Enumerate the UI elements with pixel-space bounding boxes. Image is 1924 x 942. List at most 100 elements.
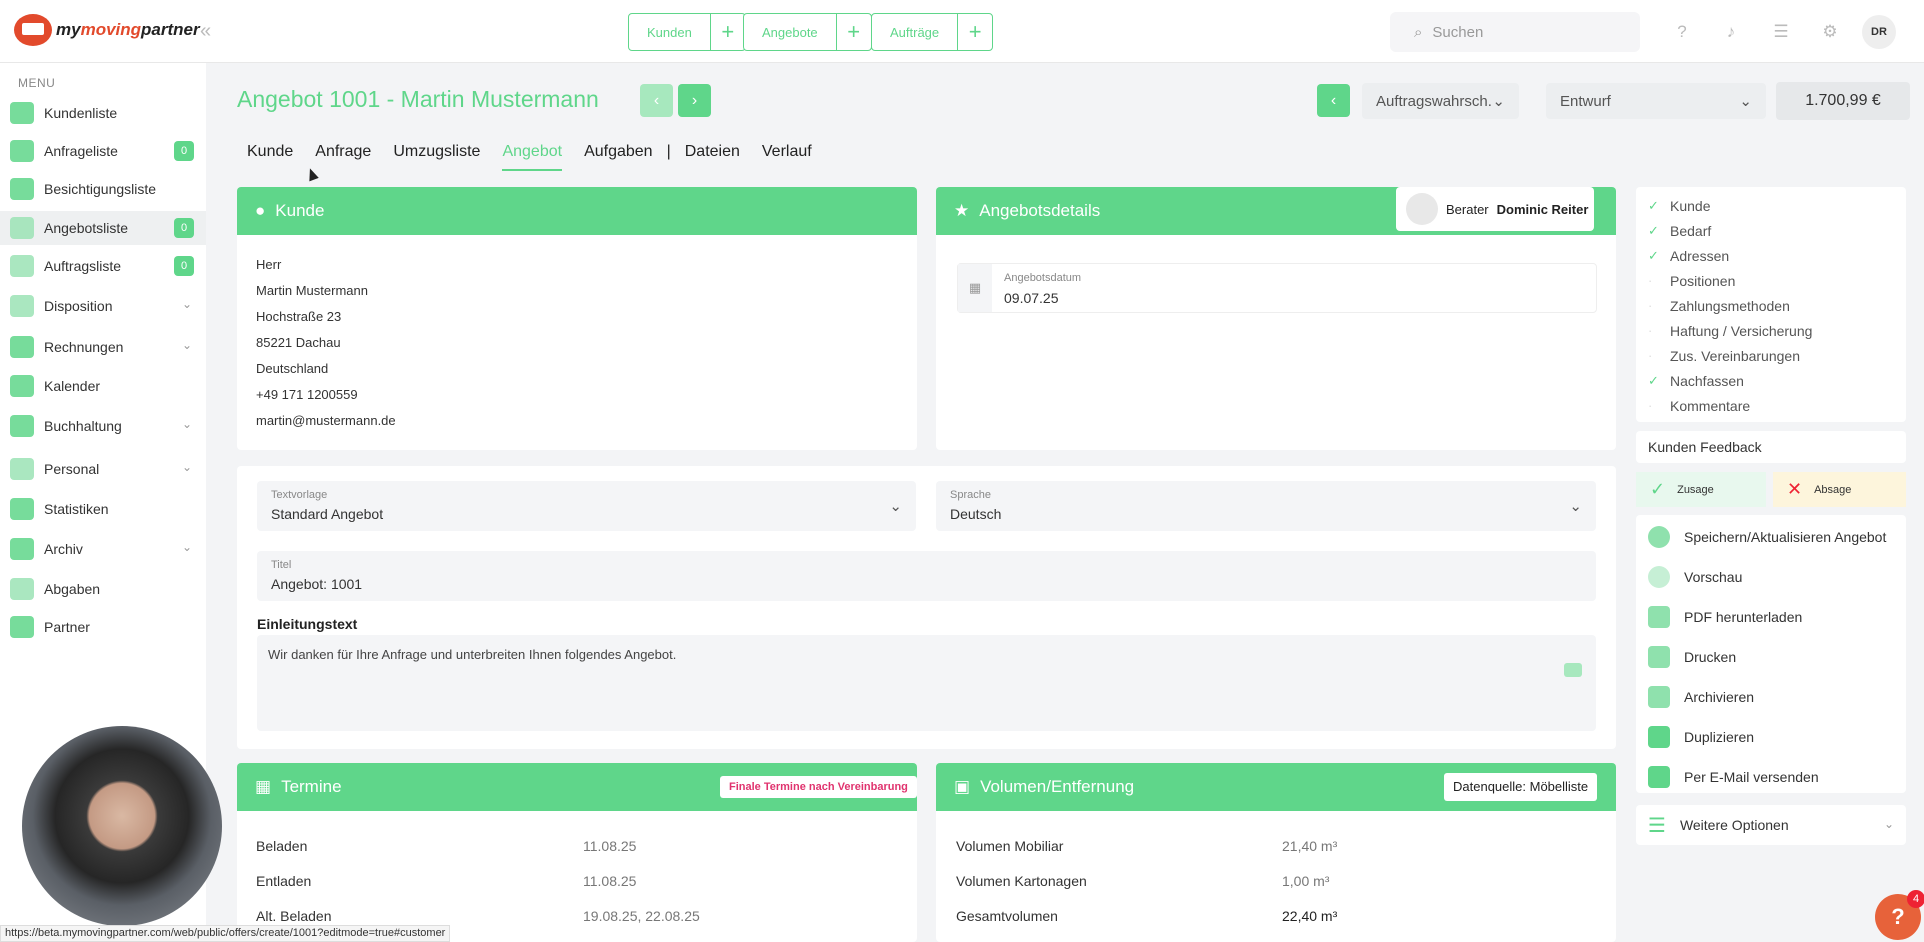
dot-icon: · — [1648, 323, 1653, 338]
sidebar-item-kalender[interactable]: Kalender — [0, 369, 206, 403]
more-options-toggle[interactable]: ☰ Weitere Optionen ⌄ — [1636, 805, 1906, 845]
check-icon: ✓ — [1648, 372, 1659, 388]
accept-button[interactable]: ✓ Zusage — [1636, 472, 1766, 507]
close-icon: ✕ — [1787, 479, 1803, 499]
chevron-down-icon: ⌄ — [889, 498, 902, 515]
advisor-button[interactable]: Berater Dominic Reiter — [1396, 187, 1594, 231]
print-button[interactable]: Drucken — [1636, 637, 1906, 677]
copy-icon — [1648, 726, 1670, 748]
sidebar-item-archiv[interactable]: Archiv ⌄ — [0, 532, 206, 566]
quick-kunden-button[interactable]: Kunden + — [628, 13, 746, 51]
sidebar-item-statistiken[interactable]: Statistiken — [0, 492, 206, 526]
checklist-item[interactable]: · Haftung / Versicherung — [1636, 318, 1906, 343]
checklist-icon[interactable]: ☰ — [1770, 21, 1792, 43]
tab-anfrage[interactable]: Anfrage — [315, 143, 371, 171]
sidebar-item-anfrageliste[interactable]: Anfrageliste 0 — [0, 134, 206, 168]
archive-button[interactable]: Archivieren — [1636, 677, 1906, 717]
sidebar-item-auftragsliste[interactable]: Auftragsliste 0 — [0, 249, 206, 283]
send-email-button[interactable]: Per E-Mail versenden — [1636, 757, 1906, 797]
chevron-down-icon: ⌄ — [1883, 817, 1894, 831]
download-pdf-button[interactable]: PDF herunterladen — [1636, 597, 1906, 637]
customer-phone[interactable]: +49 171 1200559 — [256, 387, 358, 402]
menu-label: MENU — [18, 76, 56, 90]
sidebar-item-disposition[interactable]: Disposition ⌄ — [0, 289, 206, 323]
sidebar-item-buchhaltung[interactable]: Buchhaltung ⌄ — [0, 409, 206, 443]
chevron-down-icon: ⌄ — [181, 540, 192, 554]
menu-icon: ☰ — [1648, 814, 1666, 837]
customer-email[interactable]: martin@mustermann.de — [256, 413, 396, 428]
download-icon — [1648, 686, 1670, 708]
gear-icon[interactable]: ⚙ — [1819, 21, 1841, 43]
tab-angebot[interactable]: Angebot — [502, 143, 563, 171]
checklist-item[interactable]: · Kommentare — [1636, 393, 1906, 418]
save-offer-button[interactable]: Speichern/Aktualisieren Angebot — [1636, 517, 1906, 557]
sidebar-item-besichtigungsliste[interactable]: Besichtigungsliste — [0, 172, 206, 206]
app-logo[interactable]: mymovingpartner — [14, 14, 200, 46]
data-source-button[interactable]: Datenquelle: Möbelliste — [1444, 773, 1598, 801]
sidebar-item-kundenliste[interactable]: Kundenliste — [0, 96, 206, 130]
tab-dateien[interactable]: Dateien — [685, 143, 740, 171]
status-select[interactable]: Entwurf ⌄ — [1546, 83, 1766, 119]
search-input[interactable]: ⌕ Suchen — [1390, 12, 1640, 52]
reject-button[interactable]: ✕ Absage — [1773, 472, 1906, 507]
sidebar-item-personal[interactable]: Personal ⌄ — [0, 452, 206, 486]
checklist-item[interactable]: ✓ Nachfassen — [1636, 368, 1906, 393]
next-offer-button[interactable]: › — [678, 84, 711, 117]
sidebar-item-partner[interactable]: Partner — [0, 610, 206, 644]
checklist-item[interactable]: ✓ Adressen — [1636, 243, 1906, 268]
person-clock-icon — [10, 458, 34, 480]
dot-icon: · — [1648, 398, 1653, 413]
collapse-sidebar-icon[interactable]: « — [200, 20, 211, 43]
intro-textarea[interactable]: Wir danken für Ihre Anfrage und unterbre… — [257, 635, 1596, 731]
add-angebot-icon[interactable]: + — [837, 19, 871, 45]
text-format-icon[interactable] — [1564, 663, 1582, 677]
user-avatar[interactable]: DR — [1862, 15, 1896, 49]
stats-icon — [10, 498, 34, 520]
quick-auftraege-button[interactable]: Aufträge + — [871, 13, 994, 51]
checklist-item[interactable]: ✓ Kunde — [1636, 193, 1906, 218]
help-count-badge: 4 — [1907, 890, 1924, 908]
text-template-select[interactable]: Textvorlage Standard Angebot ⌄ — [257, 481, 916, 531]
appointment-label: Alt. Beladen — [256, 908, 332, 924]
top-bar: mymovingpartner « Kunden + Angebote + Auft… — [0, 0, 1924, 63]
sidebar-item-angebotsliste[interactable]: Angebotsliste 0 — [0, 211, 206, 245]
sidebar-item-rechnungen[interactable]: Rechnungen ⌄ — [0, 330, 206, 364]
customer-name: Martin Mustermann — [256, 283, 368, 298]
add-auftrag-icon[interactable]: + — [958, 19, 992, 45]
checklist-item[interactable]: · Zahlungsmethoden — [1636, 293, 1906, 318]
appointment-label: Entladen — [256, 873, 312, 889]
tab-kunde[interactable]: Kunde — [247, 143, 293, 171]
tab-verlauf[interactable]: Verlauf — [762, 143, 812, 171]
webcam-overlay — [22, 726, 222, 926]
volume-label: Volumen Kartonagen — [956, 873, 1087, 889]
help-button[interactable]: ? 4 — [1875, 890, 1924, 940]
volume-label: Volumen Mobiliar — [956, 838, 1064, 854]
clipboard-icon — [10, 255, 34, 277]
probability-select[interactable]: Auftragswahrsch. ⌄ — [1362, 83, 1519, 119]
previous-offer-button[interactable]: ‹ — [640, 84, 673, 117]
duplicate-button[interactable]: Duplizieren — [1636, 717, 1906, 757]
language-select[interactable]: Sprache Deutsch ⌄ — [936, 481, 1596, 531]
preview-button[interactable]: Vorschau — [1636, 557, 1906, 597]
tab-umzugsliste[interactable]: Umzugsliste — [393, 143, 480, 171]
bell-icon[interactable]: ♪ — [1720, 21, 1742, 43]
offer-date-field[interactable]: ▦ Angebotsdatum 09.07.25 — [957, 263, 1597, 313]
checklist-item[interactable]: · Zus. Vereinbarungen — [1636, 343, 1906, 368]
title-input[interactable]: Titel Angebot: 1001 — [257, 551, 1596, 601]
add-kunde-icon[interactable]: + — [711, 19, 745, 45]
customer-feedback-heading: Kunden Feedback — [1636, 431, 1906, 463]
tab-separator: | — [666, 143, 671, 160]
back-button[interactable]: ‹ — [1317, 84, 1350, 117]
offer-total-price: 1.700,99 € — [1776, 82, 1910, 120]
checklist-item[interactable]: ✓ Bedarf — [1636, 218, 1906, 243]
truck-logo-icon — [14, 14, 52, 46]
sidebar-item-abgaben[interactable]: Abgaben — [0, 572, 206, 606]
customer-salutation: Herr — [256, 257, 282, 272]
checklist-item[interactable]: · Positionen — [1636, 268, 1906, 293]
customer-city: 85221 Dachau — [256, 335, 341, 350]
quick-angebote-button[interactable]: Angebote + — [743, 13, 872, 51]
help-circle-icon[interactable]: ? — [1671, 21, 1693, 43]
tab-aufgaben[interactable]: Aufgaben — [584, 143, 653, 171]
network-icon — [10, 578, 34, 600]
chevron-down-icon: ⌄ — [1492, 93, 1505, 110]
